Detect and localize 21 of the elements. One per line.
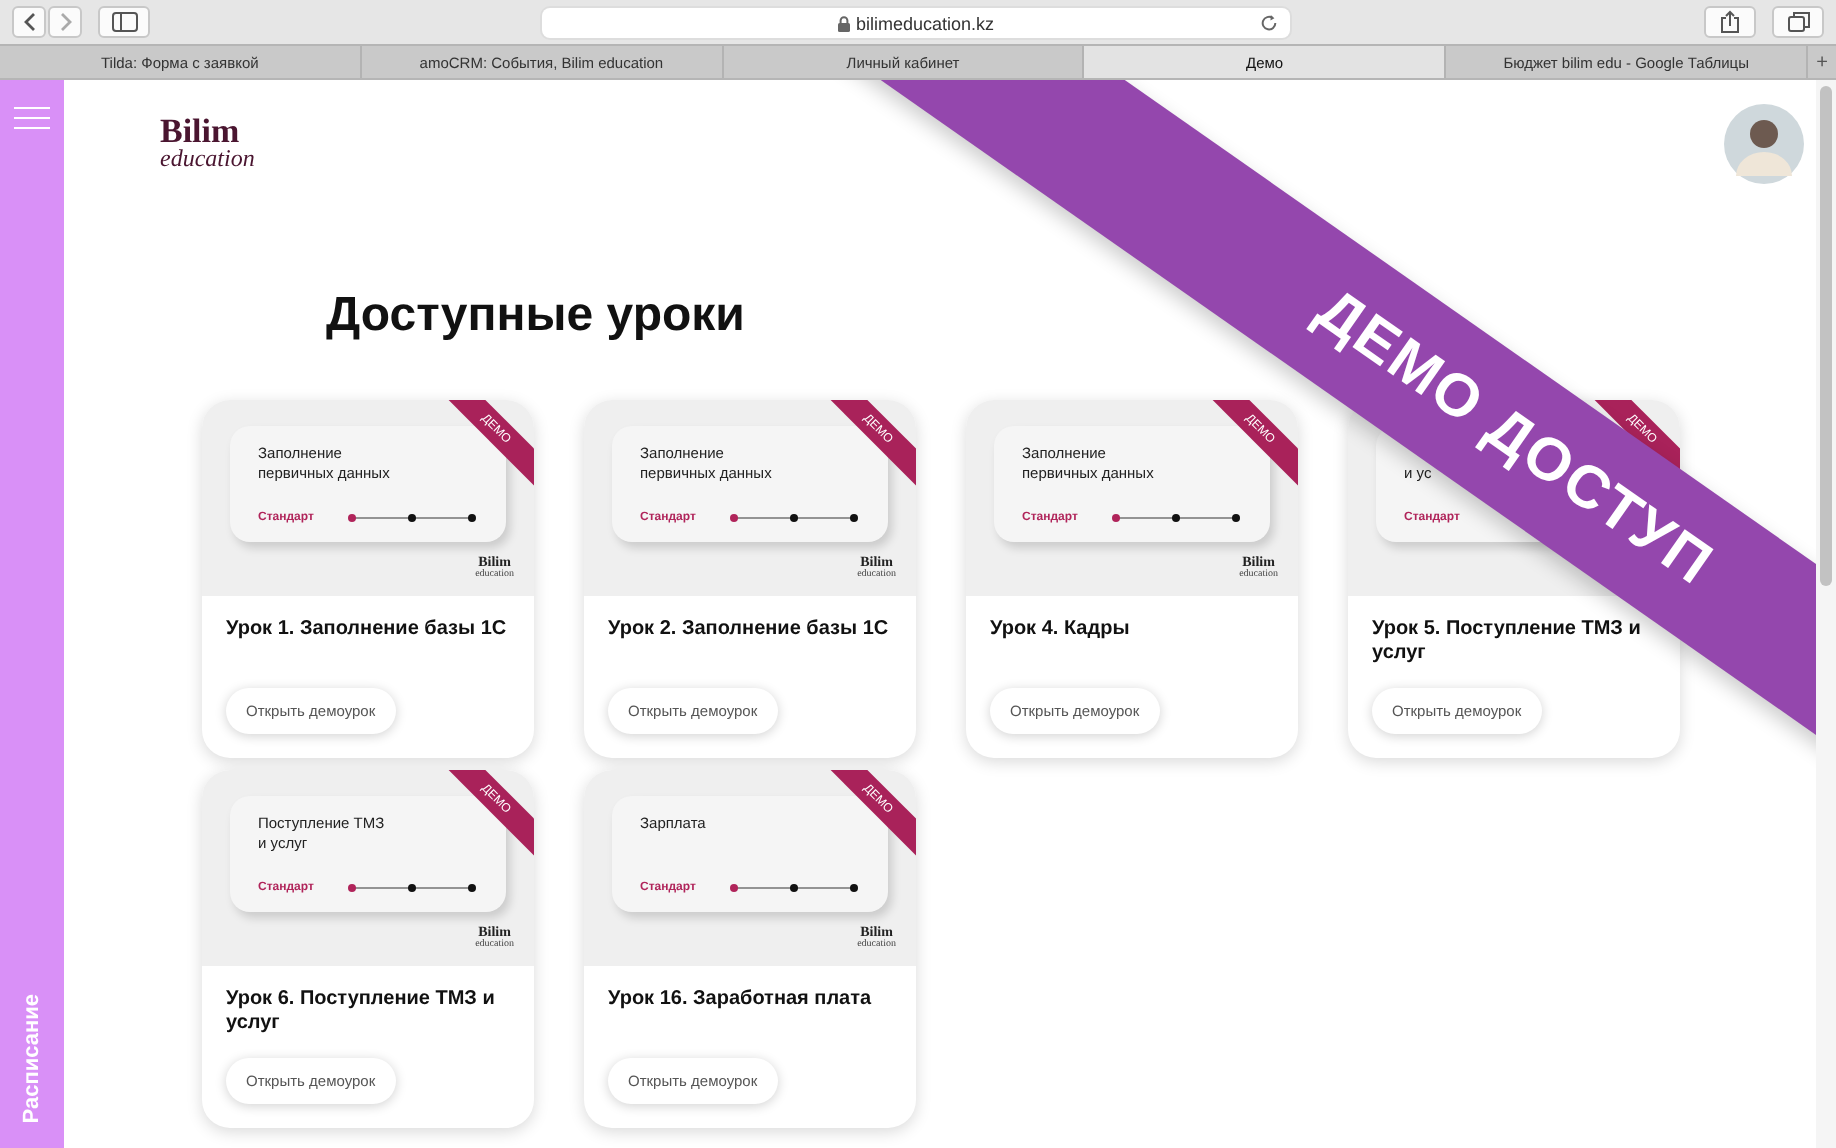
sidebar-icon	[111, 12, 137, 32]
tabs-overview-button[interactable]	[1772, 6, 1824, 38]
back-icon	[21, 12, 37, 32]
forward-icon	[57, 12, 73, 32]
share-button[interactable]	[1704, 6, 1756, 38]
lesson-title: Урок 5. Поступление ТМЗ и услуг	[1372, 618, 1643, 666]
scrollbar-thumb[interactable]	[1820, 86, 1832, 586]
lesson-title: Урок 2. Заполнение базы 1С	[608, 618, 889, 642]
lesson-title: Урок 6. Поступление ТМЗ и услуг	[226, 988, 497, 1036]
address-bar[interactable]: bilimeducation.kz	[542, 8, 1290, 38]
lesson-title: Урок 4. Кадры	[990, 618, 1130, 642]
sidebar-toggle-button[interactable]	[98, 6, 150, 38]
tabs-icon	[1787, 12, 1809, 32]
back-button[interactable]	[12, 6, 46, 38]
lesson-title: Урок 1. Заполнение базы 1С	[226, 618, 507, 642]
lock-icon	[837, 15, 850, 31]
avatar[interactable]	[1724, 104, 1804, 184]
lesson-title: Урок 16. Заработная плата	[608, 988, 872, 1012]
logo[interactable]: Bilim education	[160, 116, 255, 172]
share-icon	[1720, 10, 1740, 34]
reload-icon[interactable]	[1260, 14, 1278, 32]
